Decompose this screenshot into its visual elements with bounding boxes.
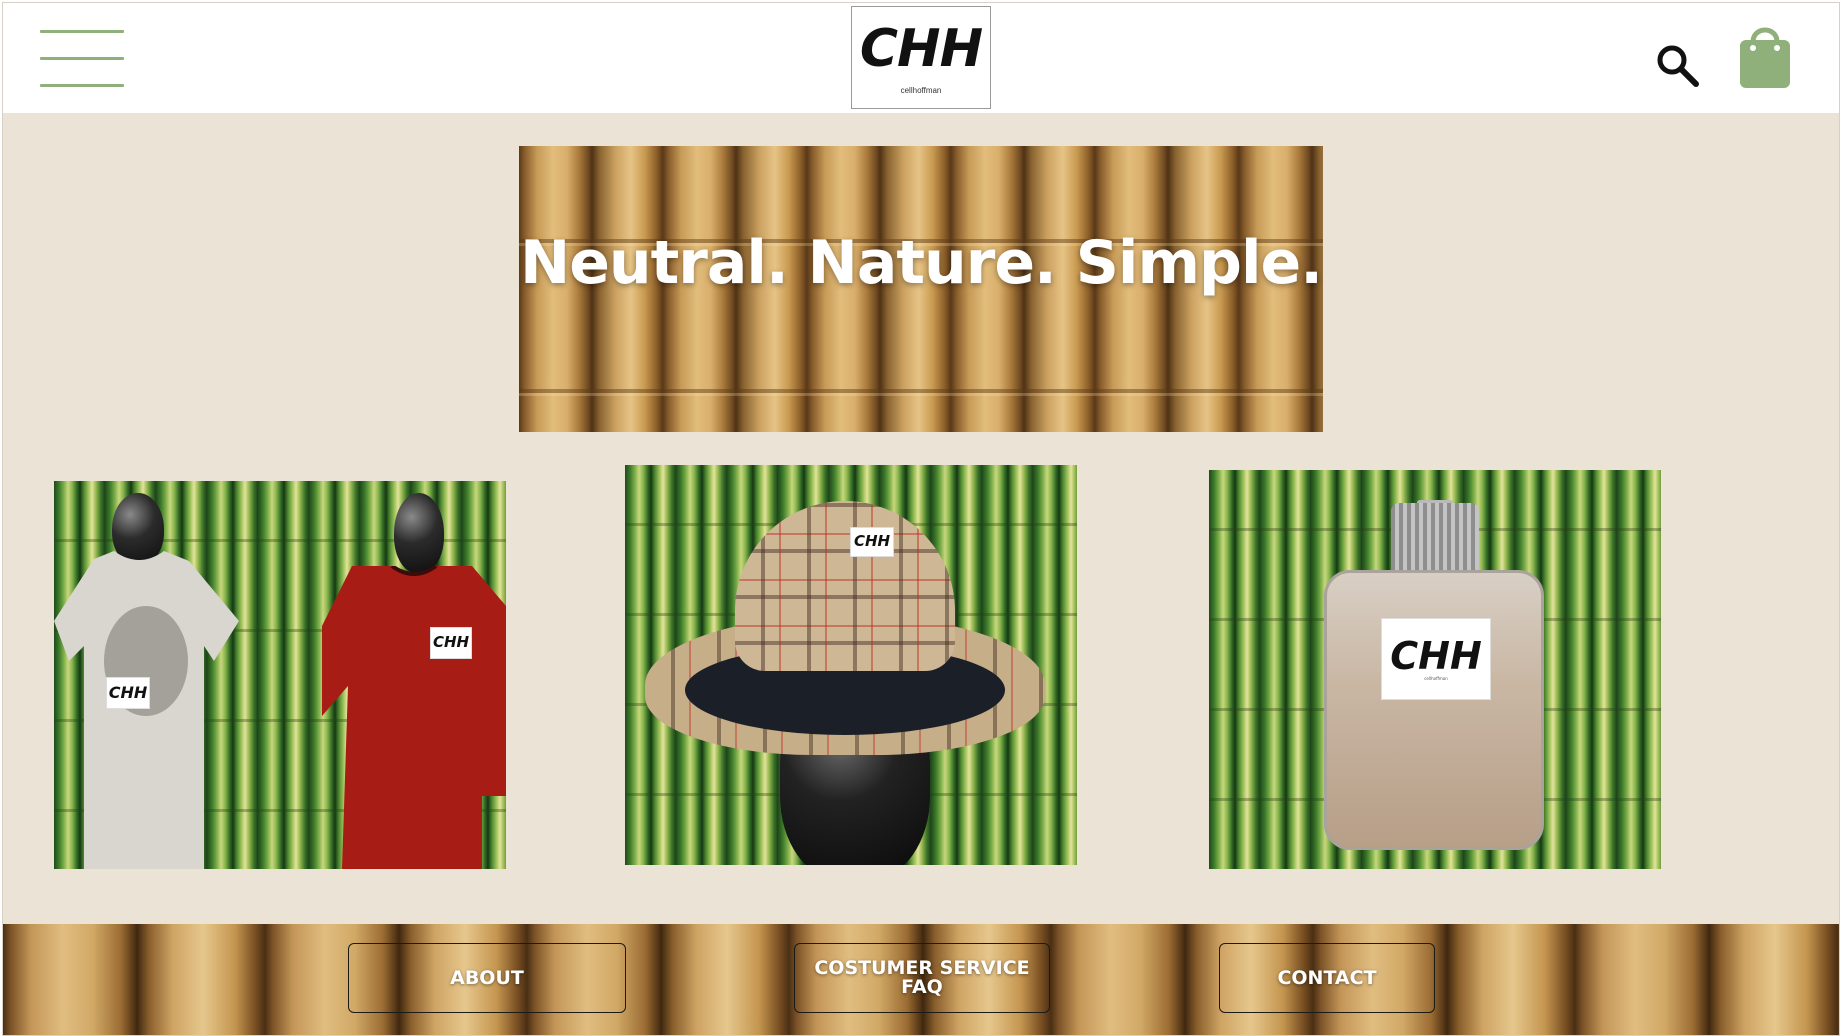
customer-service-faq-button[interactable]: COSTUMER SERVICE FAQ [794, 943, 1050, 1013]
hat-crown [735, 501, 955, 671]
chh-label-perfume: CHH cellhoffman [1381, 618, 1491, 700]
red-tshirt-image [322, 566, 506, 869]
product-card-tshirts[interactable]: CHH CHH [54, 481, 506, 869]
product-card-bucket-hat[interactable]: CHH [625, 465, 1077, 865]
contact-button-label: CONTACT [1277, 966, 1377, 989]
product-card-perfume[interactable]: CHH cellhoffman [1209, 470, 1661, 869]
about-button-label: ABOUT [450, 966, 524, 989]
logo-subtitle: cellhoffman [900, 86, 942, 95]
site-header: CHH cellhoffman [3, 3, 1839, 113]
hero-banner: Neutral. Nature. Simple. [519, 146, 1323, 432]
chh-label-red-shirt: CHH [430, 627, 472, 659]
chh-label-hat: CHH [850, 527, 894, 557]
hamburger-menu-icon[interactable] [40, 30, 124, 88]
footer-nav: ABOUT COSTUMER SERVICE FAQ CONTACT [3, 924, 1839, 1035]
chh-label-text: CHH [108, 683, 148, 702]
brand-logo[interactable]: CHH cellhoffman [851, 6, 991, 109]
about-button[interactable]: ABOUT [348, 943, 626, 1013]
logo-mark: CHH [859, 19, 983, 79]
shopping-bag-icon[interactable] [1738, 22, 1792, 90]
white-tshirt-image [54, 551, 239, 869]
hero-title: Neutral. Nature. Simple. [520, 228, 1323, 298]
page-frame: CHH cellhoffman Neutral. Nature. Simple.… [2, 2, 1840, 1036]
chh-label-text: CHH [853, 532, 891, 550]
search-icon[interactable] [1655, 43, 1699, 87]
mannequin-head-right [394, 493, 444, 573]
chh-label-text: CHH [432, 633, 470, 651]
chh-label-white-shirt: CHH [106, 677, 150, 709]
contact-button[interactable]: CONTACT [1219, 943, 1435, 1013]
service-button-label-line2: FAQ [901, 976, 943, 998]
chh-label-text: CHH [1390, 634, 1482, 678]
perfume-bottle [1324, 570, 1544, 850]
